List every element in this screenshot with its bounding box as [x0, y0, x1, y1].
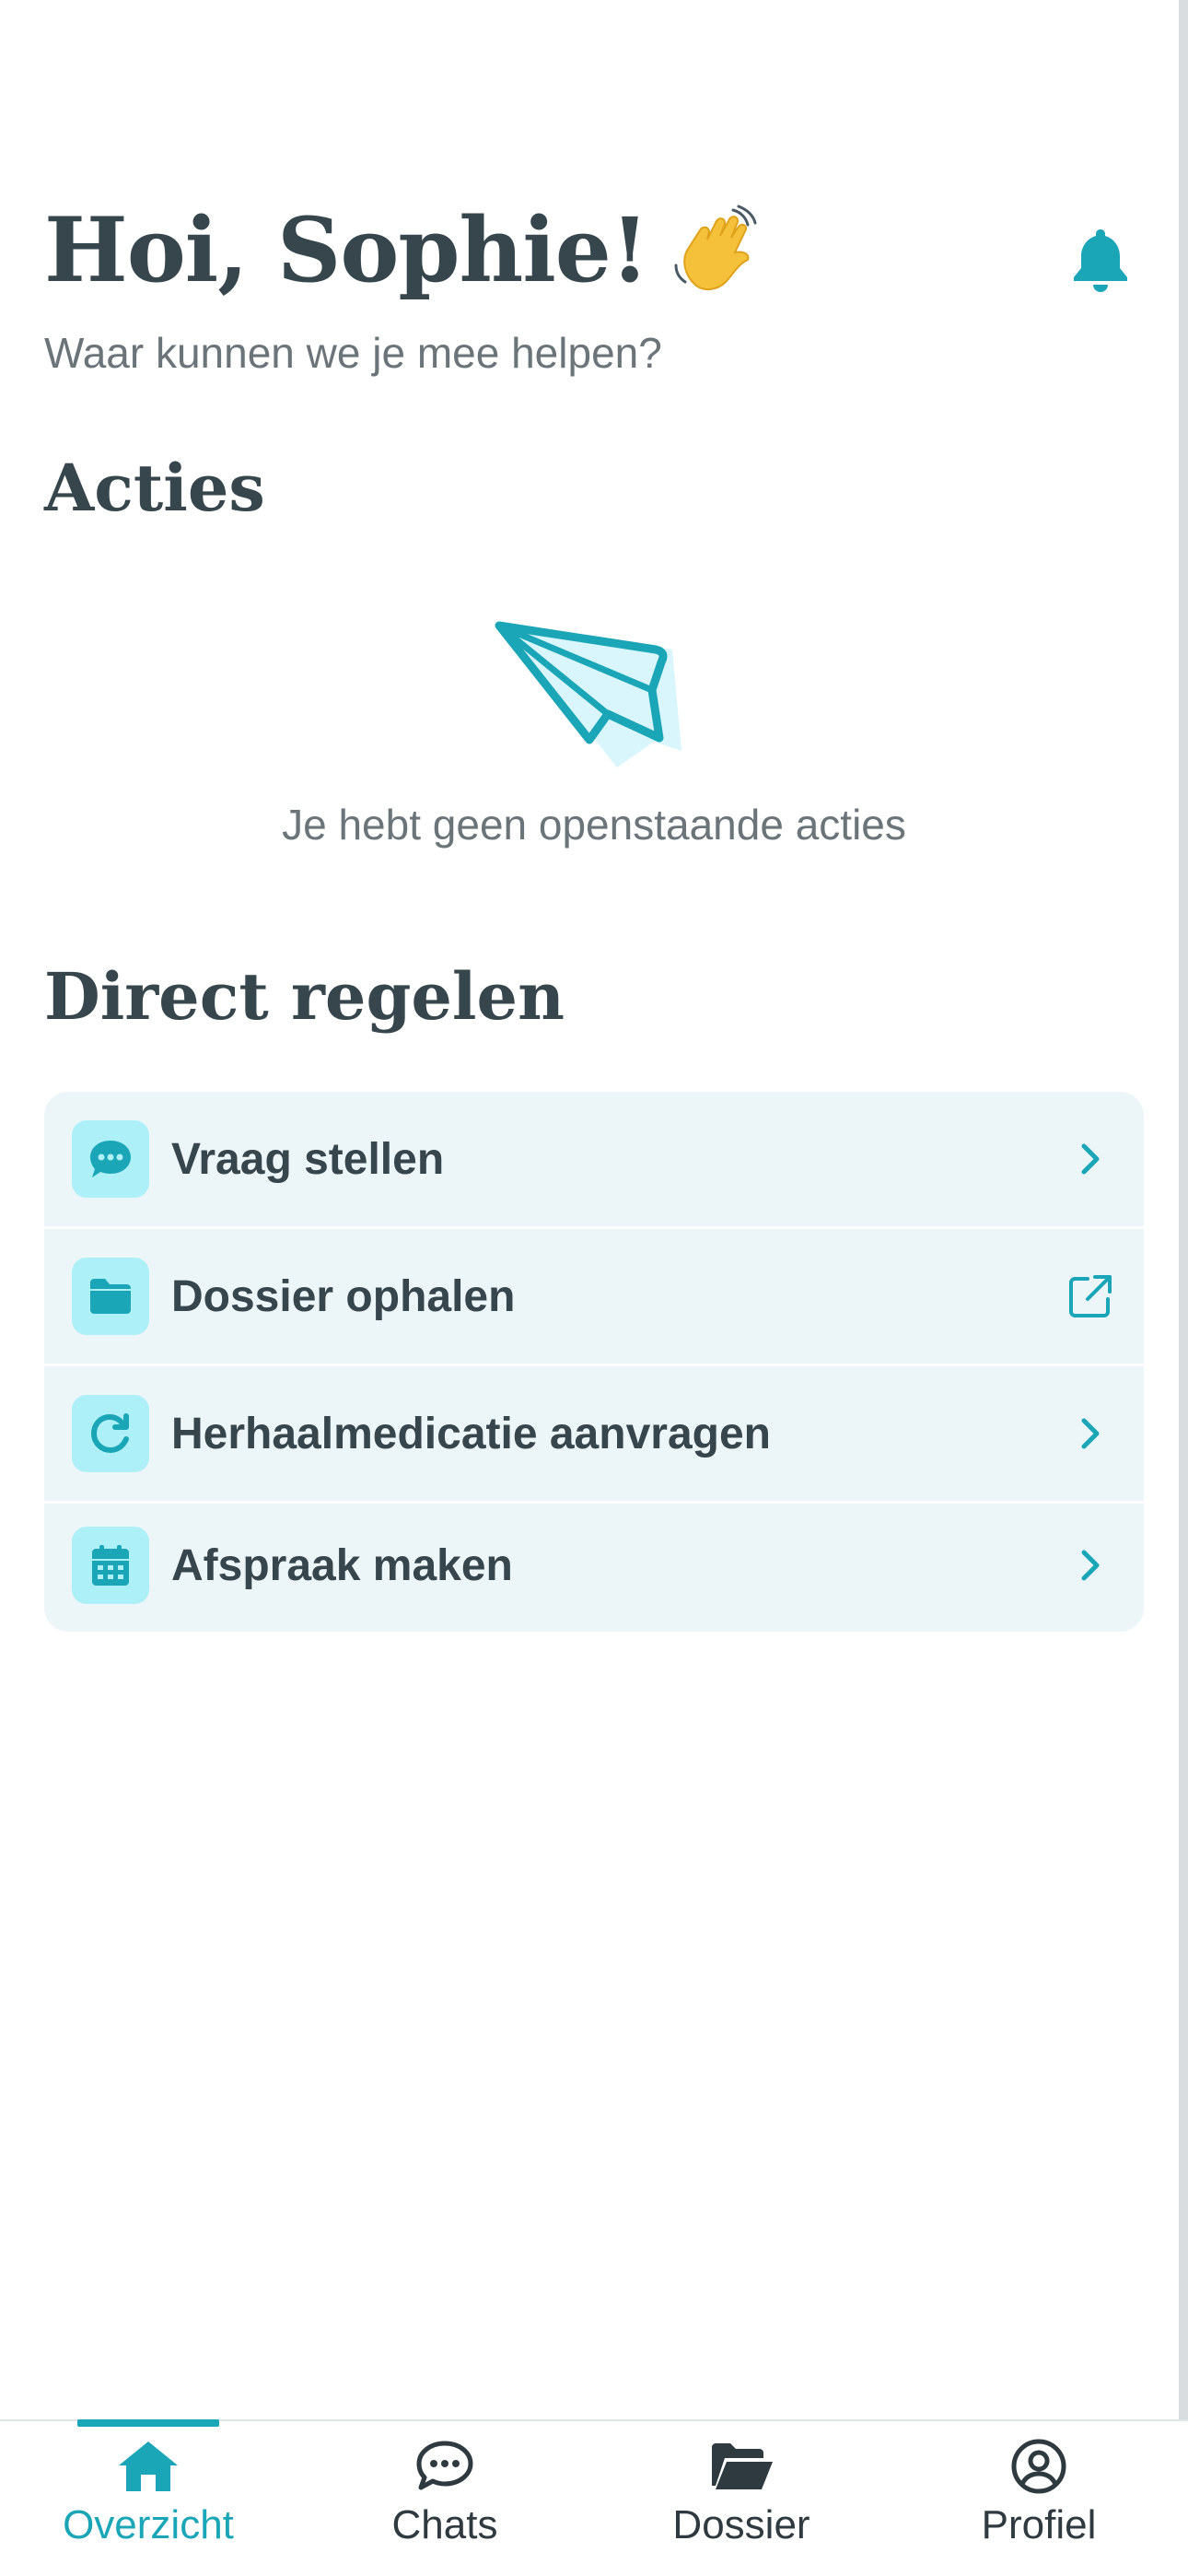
tab-overzicht[interactable]: Overzicht [38, 2438, 259, 2567]
tab-dossier[interactable]: Dossier [631, 2438, 852, 2567]
tab-label: Dossier [672, 2502, 810, 2547]
scroll-indicator[interactable] [1179, 0, 1188, 2423]
chevron-right-icon [1065, 1133, 1116, 1185]
item-label: Dossier ophalen [171, 1271, 516, 1321]
empty-actions-text: Je hebt geen openstaande acties [282, 801, 906, 849]
folder-icon [72, 1258, 149, 1335]
item-label: Afspraak maken [171, 1540, 513, 1590]
user-circle-icon [1011, 2439, 1066, 2494]
home-icon [119, 2441, 178, 2491]
paper-plane-icon [495, 621, 681, 767]
chat-icon [416, 2441, 473, 2490]
tab-label: Overzicht [63, 2502, 234, 2547]
active-tab-indicator [77, 2419, 219, 2427]
chat-bubble-icon [72, 1120, 149, 1198]
greeting-title: Hoi, Sophie! [44, 198, 649, 302]
list-item-herhaalmedicatie[interactable]: Herhaalmedicatie aanvragen [44, 1366, 1144, 1501]
tab-label: Chats [391, 2502, 498, 2547]
calendar-icon [72, 1527, 149, 1604]
tab-profiel[interactable]: Profiel [928, 2438, 1149, 2567]
list-item-vraag-stellen[interactable]: Vraag stellen [44, 1092, 1144, 1226]
header: Hoi, Sophie! Waar kunnen we je mee helpe… [44, 198, 1131, 378]
subtitle: Waar kunnen we je mee helpen? [44, 329, 662, 377]
list-item-dossier-ophalen[interactable]: Dossier ophalen [44, 1229, 1144, 1364]
greeting-row: Hoi, Sophie! [44, 198, 1131, 302]
chevron-right-icon [1065, 1408, 1116, 1459]
folder-open-icon [712, 2443, 773, 2489]
refresh-icon [72, 1395, 149, 1472]
tab-bar: Overzicht Chats Dossier Profiel [0, 2419, 1188, 2576]
tab-label: Profiel [981, 2502, 1097, 2547]
chevron-right-icon [1065, 1540, 1116, 1591]
acties-title: Acties [44, 450, 265, 526]
bell-icon[interactable] [1070, 226, 1131, 294]
item-label: Vraag stellen [171, 1134, 445, 1184]
external-link-icon [1065, 1270, 1116, 1322]
tab-chats[interactable]: Chats [334, 2438, 555, 2567]
direct-regelen-title: Direct regelen [44, 958, 565, 1035]
direct-regelen-card: Vraag stellen Dossier ophalen Herhaalmed… [44, 1092, 1144, 1632]
list-item-afspraak-maken[interactable]: Afspraak maken [44, 1498, 1144, 1632]
item-label: Herhaalmedicatie aanvragen [171, 1409, 771, 1458]
waving-hand-icon [674, 205, 757, 290]
